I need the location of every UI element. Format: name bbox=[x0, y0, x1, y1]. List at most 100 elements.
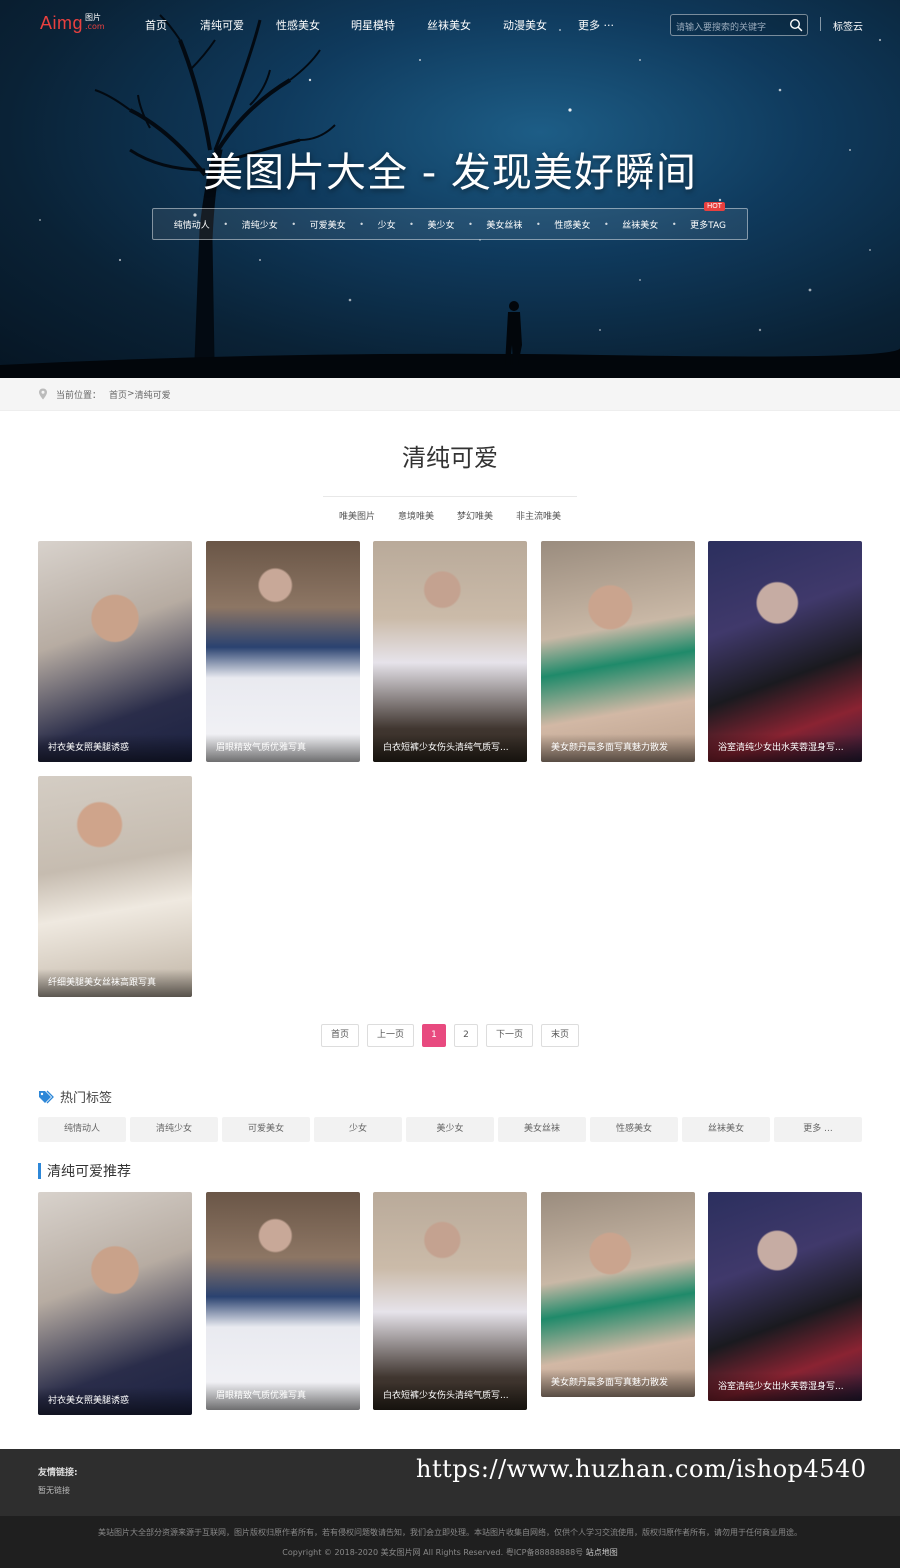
recommend-header: 清纯可爱推荐 bbox=[38, 1161, 131, 1181]
thumbnail-image bbox=[373, 1192, 527, 1410]
tag-separator: • bbox=[536, 219, 541, 229]
hero-tag[interactable]: 丝袜美女 bbox=[622, 218, 658, 231]
gallery-card[interactable]: 衬衣美女照美腿诱惑 bbox=[38, 541, 192, 762]
logo-text: Aimg bbox=[40, 13, 84, 33]
card-caption: 美女颜丹晨多面写真魅力散发 bbox=[541, 1369, 695, 1397]
hot-tag[interactable]: 纯情动人 bbox=[38, 1117, 126, 1142]
breadcrumb-label: 当前位置： bbox=[56, 390, 102, 401]
hero-tag[interactable]: 清纯少女 bbox=[242, 218, 278, 231]
subcategory-list: 唯美图片 意境唯美 梦幻唯美 非主流唯美 bbox=[0, 509, 900, 522]
nav-item-home[interactable]: 首页 bbox=[145, 17, 200, 33]
hero-tag[interactable]: 性感美女 bbox=[554, 218, 590, 231]
logo-sub-bottom: .com bbox=[85, 22, 105, 31]
breadcrumb-home[interactable]: 首页 bbox=[109, 388, 127, 401]
hot-tags-title: 热门标签 bbox=[60, 1091, 113, 1106]
search-input[interactable] bbox=[671, 18, 786, 38]
hot-tags-header: 热门标签 bbox=[38, 1087, 112, 1106]
hero-tag[interactable]: 美少女 bbox=[427, 218, 454, 231]
tag-icon bbox=[39, 1090, 54, 1103]
hero-tag[interactable]: 美女丝袜 bbox=[486, 218, 522, 231]
site-logo[interactable]: Aimg 图片 .com bbox=[40, 13, 105, 34]
nav-item-pure-cute[interactable]: 清纯可爱 bbox=[200, 17, 276, 33]
subcategory-link[interactable]: 梦幻唯美 bbox=[457, 509, 493, 522]
location-pin-icon bbox=[39, 388, 47, 400]
page-number-current[interactable]: 1 bbox=[422, 1024, 446, 1047]
hot-tag-more[interactable]: 更多 ... bbox=[774, 1117, 862, 1142]
hero-banner: Aimg 图片 .com 首页 清纯可爱 性感美女 明星模特 丝袜美女 动漫美女… bbox=[0, 0, 900, 378]
hero-tag-bar: 纯情动人 • 清纯少女 • 可爱美女 • 少女 • 美少女 • 美女丝袜 • 性… bbox=[152, 201, 748, 240]
tag-cloud-link[interactable]: 标签云 bbox=[833, 18, 863, 33]
nav-item-sexy[interactable]: 性感美女 bbox=[276, 17, 351, 33]
card-caption: 浴室清纯少女出水芙蓉湿身写... bbox=[708, 1373, 862, 1401]
subcategory-link[interactable]: 非主流唯美 bbox=[516, 509, 561, 522]
subcategory-link[interactable]: 意境唯美 bbox=[398, 509, 434, 522]
tag-separator: • bbox=[223, 219, 229, 229]
pagination: 首页 上一页 1 2 下一页 末页 bbox=[0, 1024, 900, 1047]
nav-item-stars-models[interactable]: 明星模特 bbox=[351, 17, 427, 33]
gallery-card[interactable]: 眉眼精致气质优雅写真 bbox=[206, 541, 360, 762]
friend-links-empty: 暂无链接 bbox=[38, 1486, 70, 1495]
tag-separator: • bbox=[291, 219, 297, 229]
tag-separator: • bbox=[671, 219, 677, 229]
hero-tag[interactable]: 少女 bbox=[378, 218, 396, 231]
nav-item-anime[interactable]: 动漫美女 bbox=[503, 17, 578, 33]
gallery-card[interactable]: 美女颜丹晨多面写真魅力散发 bbox=[541, 541, 695, 762]
hot-tag[interactable]: 少女 bbox=[314, 1117, 402, 1142]
nav-item-stockings[interactable]: 丝袜美女 bbox=[427, 17, 503, 33]
hero-tag[interactable]: 纯情动人 bbox=[174, 218, 210, 231]
hot-tag[interactable]: 可爱美女 bbox=[222, 1117, 310, 1142]
hero-tag[interactable]: 可爱美女 bbox=[310, 218, 346, 231]
tag-separator: • bbox=[359, 219, 364, 229]
card-caption: 美女颜丹晨多面写真魅力散发 bbox=[541, 734, 695, 762]
subcategory-link[interactable]: 唯美图片 bbox=[339, 509, 375, 522]
hot-tag-list: 纯情动人 清纯少女 可爱美女 少女 美少女 美女丝袜 性感美女 丝袜美女 更多 … bbox=[38, 1117, 862, 1142]
footer-links: 友情链接: 暂无链接 https://www.huzhan.com/ishop4… bbox=[0, 1449, 900, 1516]
recommend-card[interactable]: 眉眼精致气质优雅写真 bbox=[206, 1192, 360, 1410]
recommend-card[interactable]: 白衣短裤少女伤头清纯气质写... bbox=[373, 1192, 527, 1410]
recommend-card[interactable]: 衬衣美女照美腿诱惑 bbox=[38, 1192, 192, 1415]
watermark-url: https://www.huzhan.com/ishop4540 bbox=[416, 1455, 867, 1483]
sitemap-link[interactable]: 站点地图 bbox=[586, 1548, 618, 1557]
logo-sub-top: 图片 bbox=[85, 13, 102, 22]
page-last-button[interactable]: 末页 bbox=[541, 1024, 580, 1047]
card-caption: 纤细美腿美女丝袜高跟写真 bbox=[38, 969, 192, 997]
main-menu: 首页 清纯可爱 性感美女 明星模特 丝袜美女 动漫美女 更多 ··· bbox=[145, 17, 638, 33]
page-prev-button[interactable]: 上一页 bbox=[366, 1024, 414, 1047]
card-caption: 眉眼精致气质优雅写真 bbox=[206, 734, 360, 762]
page-next-button[interactable]: 下一页 bbox=[486, 1024, 534, 1047]
hot-tag[interactable]: 美少女 bbox=[406, 1117, 494, 1142]
hot-tag[interactable]: 清纯少女 bbox=[130, 1117, 218, 1142]
search-icon[interactable] bbox=[789, 18, 803, 32]
tag-separator: • bbox=[409, 219, 414, 229]
thumbnail-image bbox=[38, 1192, 192, 1415]
friend-links-label: 友情链接: bbox=[38, 1468, 78, 1478]
gallery-card[interactable]: 纤细美腿美女丝袜高跟写真 bbox=[38, 776, 192, 997]
card-caption: 衬衣美女照美腿诱惑 bbox=[38, 1387, 192, 1415]
nav-item-more[interactable]: 更多 ··· bbox=[578, 17, 638, 33]
section-accent-bar bbox=[38, 1163, 41, 1179]
hot-tag[interactable]: 性感美女 bbox=[590, 1117, 678, 1142]
thumbnail-image bbox=[373, 541, 527, 762]
card-caption: 衬衣美女照美腿诱惑 bbox=[38, 734, 192, 762]
tag-separator: • bbox=[468, 219, 473, 229]
page-first-button[interactable]: 首页 bbox=[320, 1024, 359, 1047]
copyright-text: Copyright © 2018-2020 美女图片网 All Rights R… bbox=[282, 1548, 584, 1557]
recommend-card[interactable]: 浴室清纯少女出水芙蓉湿身写... bbox=[708, 1192, 862, 1401]
recommend-card[interactable]: 美女颜丹晨多面写真魅力散发 bbox=[541, 1192, 695, 1397]
nav-divider bbox=[820, 17, 821, 31]
page-number[interactable]: 2 bbox=[454, 1024, 478, 1047]
hot-tag[interactable]: 丝袜美女 bbox=[682, 1117, 770, 1142]
recommend-title: 清纯可爱推荐 bbox=[47, 1164, 131, 1180]
hot-tag[interactable]: 美女丝袜 bbox=[498, 1117, 586, 1142]
gallery-card[interactable]: 浴室清纯少女出水芙蓉湿身写... bbox=[708, 541, 862, 762]
breadcrumb-current[interactable]: 清纯可爱 bbox=[135, 388, 171, 401]
gallery-card[interactable]: 白衣短裤少女伤头清纯气质写... bbox=[373, 541, 527, 762]
card-caption: 浴室清纯少女出水芙蓉湿身写... bbox=[708, 734, 862, 762]
thumbnail-image bbox=[708, 1192, 862, 1401]
thumbnail-image bbox=[206, 1192, 360, 1410]
hero-tag-more[interactable]: 更多TAG HOT bbox=[690, 201, 726, 231]
card-caption: 白衣短裤少女伤头清纯气质写... bbox=[373, 1382, 527, 1410]
footer-copyright: 美站图片大全部分资源来源于互联网，图片版权归原作者所有，若有侵权问题敬请告知，我… bbox=[0, 1516, 900, 1568]
hot-badge: HOT bbox=[704, 201, 725, 211]
thumbnail-image bbox=[38, 776, 192, 997]
